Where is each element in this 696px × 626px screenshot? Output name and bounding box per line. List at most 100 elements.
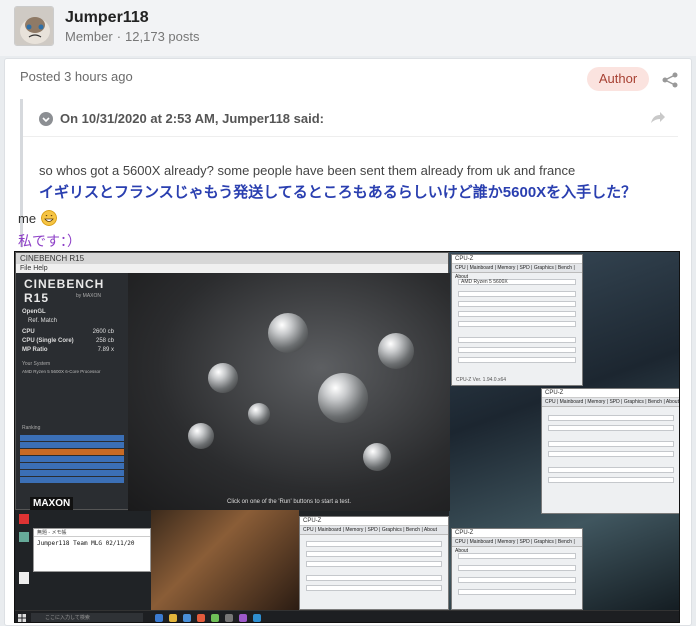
author-badge: Author: [587, 67, 649, 91]
notepad-title: 無題 - メモ帳: [34, 529, 150, 537]
cpu-row: CPU 2600 cb: [22, 329, 122, 335]
app-icon[interactable]: [239, 614, 247, 622]
quote-header: On 10/31/2020 at 2:53 AM, Jumper118 said…: [23, 99, 678, 137]
cpuz-tabs[interactable]: CPU | Mainboard | Memory | SPD | Graphic…: [300, 526, 448, 535]
share-icon[interactable]: [661, 71, 679, 89]
cpuz-field: [458, 589, 576, 595]
cpuz-field: [458, 291, 576, 297]
grumpy-cat-avatar-icon: [15, 7, 53, 45]
notepad-window: 無題 - メモ帳 Jumper118 Team MLG 02/11/20: [33, 528, 151, 572]
cpuz-field: [458, 553, 576, 559]
store-icon[interactable]: [183, 614, 191, 622]
quote-citation[interactable]: On 10/31/2020 at 2:53 AM, Jumper118 said…: [60, 111, 324, 126]
member-rank: Member: [65, 29, 113, 44]
cpuz-field: [458, 321, 576, 327]
render-scene: [128, 273, 450, 511]
opengl-row: OpenGL: [22, 309, 122, 315]
cpu-score: 2600 cb: [92, 329, 114, 335]
cinebench-status: Click on one of the 'Run' buttons to sta…: [226, 499, 352, 505]
cpuz-tabs[interactable]: CPU | Mainboard | Memory | SPD | Graphic…: [542, 398, 679, 407]
your-system-heading: Your System: [22, 361, 51, 367]
cpuz-field: [458, 311, 576, 317]
collapse-icon[interactable]: [39, 112, 53, 126]
render-sphere: [188, 423, 214, 449]
app-icon[interactable]: [253, 614, 261, 622]
cpuz-field: [458, 577, 576, 583]
quote-text-jp: イギリスとフランスじゃもう発送してるところもあるらしいけど誰か5600Xを入手し…: [39, 184, 637, 201]
username[interactable]: Jumper118: [65, 9, 149, 27]
cinebench-window: CINEBENCH R15 File Help CINEBENCH R15 by…: [15, 252, 450, 511]
render-sphere: [318, 373, 368, 423]
render-sphere: [268, 313, 308, 353]
taskbar-search[interactable]: ここに入力して検索: [31, 613, 143, 622]
cpu-label: CPU: [22, 329, 35, 335]
attached-screenshot[interactable]: CINEBENCH R15 File Help CINEBENCH R15 by…: [14, 251, 680, 623]
cpuz-title: CPU-Z: [300, 517, 448, 526]
maxon-logo: MAXON: [30, 497, 74, 510]
author-bar: Jumper118 Member · 12,173 posts: [0, 0, 696, 56]
ranking-bar: [20, 456, 124, 462]
cpuz-window-mainboard: CPU-Z CPU | Mainboard | Memory | SPD | G…: [541, 388, 679, 514]
cpuz-window-memory: CPU-Z CPU | Mainboard | Memory | SPD | G…: [451, 528, 583, 610]
cpuz-field: [458, 301, 576, 307]
taskbar: ここに入力して検索: [15, 610, 679, 622]
desktop-icons: [15, 510, 33, 610]
cpuz-name-field: AMD Ryzen 5 5600X: [458, 279, 576, 285]
render-sphere: [363, 443, 391, 471]
ranking-bar: [20, 449, 124, 455]
go-to-quoted-post-icon[interactable]: [650, 111, 666, 125]
render-sphere: [248, 403, 270, 425]
app-icon[interactable]: [197, 614, 205, 622]
folder-icon[interactable]: [169, 614, 177, 622]
cpuz-window-cpu: CPU-Z CPU | Mainboard | Memory | SPD | G…: [451, 254, 583, 386]
cpuz-field: [306, 575, 442, 581]
cpu-single-row: CPU (Single Core) 258 cb: [22, 338, 122, 344]
cpuz-version: CPU-Z Ver. 1.94.0.x64: [456, 377, 507, 383]
file-icon[interactable]: [19, 572, 29, 584]
cpuz-field: [458, 347, 576, 353]
cpuz-window-spd: CPU-Z CPU | Mainboard | Memory | SPD | G…: [299, 516, 449, 610]
cpu-single-score: 258 cb: [95, 338, 114, 344]
grin-emoji-icon: [41, 210, 57, 226]
cinebench-title: CINEBENCH R15: [16, 253, 448, 264]
cpuz-field: [548, 451, 674, 457]
wallpaper-photo: [151, 510, 299, 610]
app-icon[interactable]: [211, 614, 219, 622]
ranking-bar: [20, 470, 124, 476]
app-icon[interactable]: [19, 532, 29, 542]
cpuz-tabs[interactable]: CPU | Mainboard | Memory | SPD | Graphic…: [452, 264, 582, 280]
render-sphere: [378, 333, 414, 369]
cpu-single-label: CPU (Single Core): [22, 338, 74, 344]
cpuz-field: [548, 415, 674, 421]
cpuz-title: CPU-Z: [452, 529, 582, 538]
author-meta: Member · 12,173 posts: [65, 29, 199, 44]
cinebench-panel: CINEBENCH R15 by MAXON OpenGL Ref. Match…: [16, 273, 128, 509]
mp-ratio-row: MP Ratio 7.89 x: [22, 347, 122, 353]
cpuz-tabs[interactable]: CPU | Mainboard | Memory | SPD | Graphic…: [452, 538, 582, 554]
edge-icon[interactable]: [155, 614, 163, 622]
cpuz-field: [548, 467, 674, 473]
windows-start-icon[interactable]: [18, 614, 26, 622]
opengl-label: OpenGL: [22, 309, 46, 315]
cpuz-field: [306, 561, 442, 567]
cinebench-menu: File Help: [16, 264, 448, 273]
reply-text-jp: 私です：）: [18, 233, 81, 249]
reply-text-en: me: [18, 211, 37, 226]
post-card: Posted 3 hours ago Author On 10/31/2020 …: [4, 58, 692, 626]
cpuz-field: [306, 551, 442, 557]
cpuz-title: CPU-Z: [452, 255, 582, 264]
avatar[interactable]: [14, 6, 54, 46]
notepad-text[interactable]: Jumper118 Team MLG 02/11/20: [34, 537, 150, 547]
posted-timestamp[interactable]: Posted 3 hours ago: [20, 69, 133, 84]
ranking-bar: [20, 442, 124, 448]
app-icon[interactable]: [225, 614, 233, 622]
ranking-bar: [20, 435, 124, 441]
mp-ratio-label: MP Ratio: [22, 347, 48, 353]
app-icon[interactable]: [19, 514, 29, 524]
render-sphere: [208, 363, 238, 393]
ranking-heading: Ranking: [22, 425, 41, 431]
ranking-bar: [20, 463, 124, 469]
cpuz-field: [548, 441, 674, 447]
cinebench-by: by MAXON: [76, 293, 102, 299]
cpuz-field: [458, 565, 576, 571]
